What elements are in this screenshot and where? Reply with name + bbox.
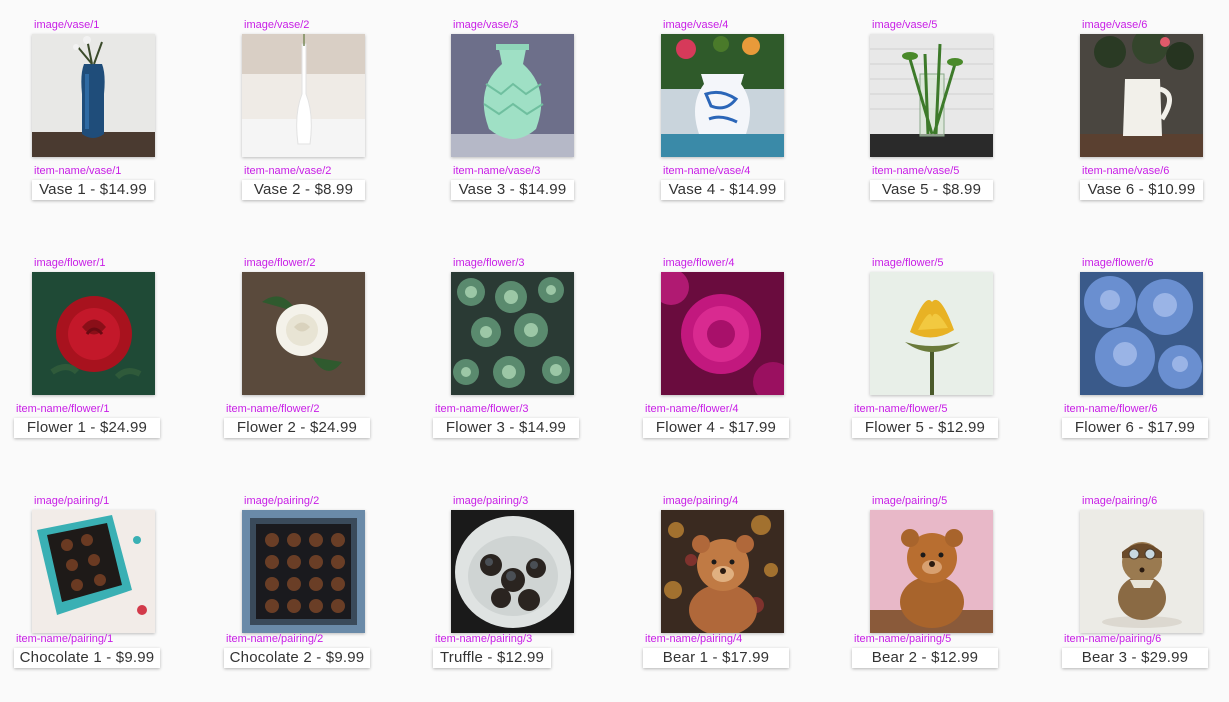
image-tag: image/vase/3 [453, 19, 519, 31]
image-tag: image/vase/5 [872, 19, 938, 31]
item-name-tag: item-name/flower/3 [435, 403, 529, 415]
item-name-tag: item-name/pairing/6 [1064, 633, 1162, 645]
product-image[interactable] [1080, 272, 1203, 395]
item-name-tag: item-name/flower/5 [854, 403, 948, 415]
item-name-tag: item-name/pairing/5 [854, 633, 952, 645]
product-image[interactable] [451, 510, 574, 633]
product-label[interactable]: Vase 2 - $8.99 [242, 180, 365, 200]
item-name-tag: item-name/vase/1 [34, 165, 122, 177]
image-tag: image/pairing/6 [1082, 495, 1158, 507]
image-tag: image/pairing/4 [663, 495, 739, 507]
product-label[interactable]: Vase 6 - $10.99 [1080, 180, 1203, 200]
image-tag: image/vase/6 [1082, 19, 1148, 31]
product-label[interactable]: Chocolate 2 - $9.99 [224, 648, 370, 668]
item-name-tag: item-name/vase/6 [1082, 165, 1170, 177]
product-label[interactable]: Truffle - $12.99 [433, 648, 551, 668]
image-tag: image/flower/6 [1082, 257, 1154, 269]
item-name-tag: item-name/pairing/3 [435, 633, 533, 645]
product-image[interactable] [1080, 510, 1203, 633]
image-tag: image/flower/3 [453, 257, 525, 269]
item-name-tag: item-name/flower/1 [16, 403, 110, 415]
product-image[interactable] [661, 34, 784, 157]
product-image[interactable] [242, 34, 365, 157]
product-label[interactable]: Vase 4 - $14.99 [661, 180, 784, 200]
item-name-tag: item-name/vase/3 [453, 165, 541, 177]
image-tag: image/flower/4 [663, 257, 735, 269]
image-tag: image/pairing/3 [453, 495, 529, 507]
product-image[interactable] [32, 510, 155, 633]
image-tag: image/vase/1 [34, 19, 100, 31]
item-name-tag: item-name/vase/5 [872, 165, 960, 177]
image-tag: image/pairing/5 [872, 495, 948, 507]
product-image[interactable] [870, 272, 993, 395]
product-image[interactable] [1080, 34, 1203, 157]
image-tag: image/vase/4 [663, 19, 729, 31]
image-tag: image/vase/2 [244, 19, 310, 31]
product-label[interactable]: Vase 1 - $14.99 [32, 180, 154, 200]
item-name-tag: item-name/pairing/4 [645, 633, 743, 645]
image-tag: image/pairing/1 [34, 495, 110, 507]
product-label[interactable]: Chocolate 1 - $9.99 [14, 648, 160, 668]
product-image[interactable] [451, 34, 574, 157]
product-image[interactable] [242, 272, 365, 395]
image-tag: image/flower/1 [34, 257, 106, 269]
product-label[interactable]: Bear 2 - $12.99 [852, 648, 998, 668]
product-label[interactable]: Bear 3 - $29.99 [1062, 648, 1208, 668]
item-name-tag: item-name/pairing/2 [226, 633, 324, 645]
item-name-tag: item-name/vase/4 [663, 165, 751, 177]
item-name-tag: item-name/flower/6 [1064, 403, 1158, 415]
item-name-tag: item-name/flower/2 [226, 403, 320, 415]
image-tag: image/flower/5 [872, 257, 944, 269]
product-image[interactable] [451, 272, 574, 395]
product-label[interactable]: Vase 3 - $14.99 [451, 180, 574, 200]
product-label[interactable]: Flower 1 - $24.99 [14, 418, 160, 438]
item-name-tag: item-name/flower/4 [645, 403, 739, 415]
product-label[interactable]: Vase 5 - $8.99 [870, 180, 993, 200]
product-label[interactable]: Flower 5 - $12.99 [852, 418, 998, 438]
item-name-tag: item-name/pairing/1 [16, 633, 114, 645]
product-image[interactable] [870, 34, 993, 157]
product-label[interactable]: Flower 3 - $14.99 [433, 418, 579, 438]
product-label[interactable]: Flower 4 - $17.99 [643, 418, 789, 438]
product-image[interactable] [242, 510, 365, 633]
product-label[interactable]: Flower 2 - $24.99 [224, 418, 370, 438]
product-image[interactable] [32, 272, 155, 395]
item-name-tag: item-name/vase/2 [244, 165, 332, 177]
product-image[interactable] [661, 272, 784, 395]
product-image[interactable] [661, 510, 784, 633]
image-tag: image/pairing/2 [244, 495, 320, 507]
product-label[interactable]: Flower 6 - $17.99 [1062, 418, 1208, 438]
product-label[interactable]: Bear 1 - $17.99 [643, 648, 789, 668]
product-grid: image/vase/1 item-name/vase/1 Vase 1 - $1… [0, 0, 1229, 702]
image-tag: image/flower/2 [244, 257, 316, 269]
product-image[interactable] [870, 510, 993, 633]
product-image[interactable] [32, 34, 155, 157]
